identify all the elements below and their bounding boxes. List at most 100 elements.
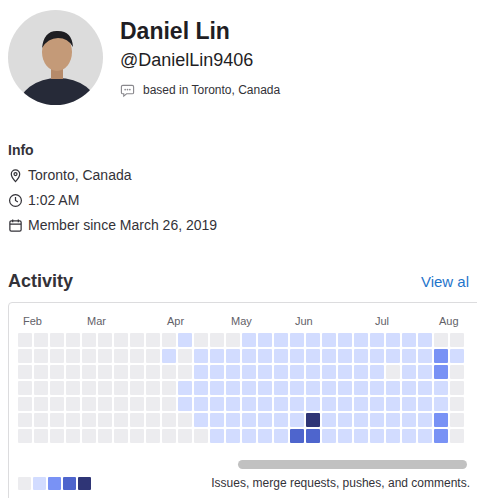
day-cell[interactable] <box>274 381 288 395</box>
day-cell[interactable] <box>322 333 336 347</box>
day-cell[interactable] <box>82 381 96 395</box>
day-cell[interactable] <box>34 365 48 379</box>
day-cell[interactable] <box>306 413 320 427</box>
day-cell[interactable] <box>290 413 304 427</box>
day-cell[interactable] <box>402 397 416 411</box>
day-cell[interactable] <box>402 429 416 443</box>
day-cell[interactable] <box>210 365 224 379</box>
day-cell[interactable] <box>450 333 464 347</box>
day-cell[interactable] <box>306 349 320 363</box>
day-cell[interactable] <box>274 349 288 363</box>
day-cell[interactable] <box>258 397 272 411</box>
day-cell[interactable] <box>386 413 400 427</box>
day-cell[interactable] <box>258 381 272 395</box>
day-cell[interactable] <box>322 429 336 443</box>
day-cell[interactable] <box>242 397 256 411</box>
day-cell[interactable] <box>178 429 192 443</box>
day-cell[interactable] <box>50 349 64 363</box>
day-cell[interactable] <box>226 429 240 443</box>
day-cell[interactable] <box>18 381 32 395</box>
day-cell[interactable] <box>162 397 176 411</box>
day-cell[interactable] <box>418 429 432 443</box>
day-cell[interactable] <box>290 381 304 395</box>
day-cell[interactable] <box>290 397 304 411</box>
day-cell[interactable] <box>322 349 336 363</box>
day-cell[interactable] <box>402 365 416 379</box>
day-cell[interactable] <box>146 381 160 395</box>
day-cell[interactable] <box>34 413 48 427</box>
day-cell[interactable] <box>82 429 96 443</box>
day-cell[interactable] <box>338 413 352 427</box>
day-cell[interactable] <box>354 381 368 395</box>
day-cell[interactable] <box>50 397 64 411</box>
day-cell[interactable] <box>418 397 432 411</box>
day-cell[interactable] <box>322 413 336 427</box>
day-cell[interactable] <box>338 365 352 379</box>
day-cell[interactable] <box>98 365 112 379</box>
day-cell[interactable] <box>162 381 176 395</box>
day-cell[interactable] <box>146 397 160 411</box>
day-cell[interactable] <box>18 365 32 379</box>
day-cell[interactable] <box>66 333 80 347</box>
day-cell[interactable] <box>434 381 448 395</box>
day-cell[interactable] <box>178 349 192 363</box>
day-cell[interactable] <box>402 349 416 363</box>
day-cell[interactable] <box>50 413 64 427</box>
day-cell[interactable] <box>18 349 32 363</box>
day-cell[interactable] <box>50 365 64 379</box>
day-cell[interactable] <box>242 381 256 395</box>
day-cell[interactable] <box>50 381 64 395</box>
day-cell[interactable] <box>242 349 256 363</box>
day-cell[interactable] <box>354 349 368 363</box>
day-cell[interactable] <box>402 413 416 427</box>
day-cell[interactable] <box>434 349 448 363</box>
day-cell[interactable] <box>386 365 400 379</box>
day-cell[interactable] <box>450 413 464 427</box>
day-cell[interactable] <box>82 333 96 347</box>
day-cell[interactable] <box>338 349 352 363</box>
day-cell[interactable] <box>322 397 336 411</box>
day-cell[interactable] <box>258 349 272 363</box>
day-cell[interactable] <box>306 381 320 395</box>
day-cell[interactable] <box>98 429 112 443</box>
day-cell[interactable] <box>114 333 128 347</box>
day-cell[interactable] <box>18 397 32 411</box>
day-cell[interactable] <box>82 397 96 411</box>
day-cell[interactable] <box>178 333 192 347</box>
day-cell[interactable] <box>210 381 224 395</box>
day-cell[interactable] <box>194 397 208 411</box>
day-cell[interactable] <box>434 413 448 427</box>
day-cell[interactable] <box>434 397 448 411</box>
day-cell[interactable] <box>370 381 384 395</box>
day-cell[interactable] <box>418 381 432 395</box>
day-cell[interactable] <box>418 349 432 363</box>
day-cell[interactable] <box>258 413 272 427</box>
day-cell[interactable] <box>130 349 144 363</box>
day-cell[interactable] <box>34 397 48 411</box>
day-cell[interactable] <box>130 365 144 379</box>
day-cell[interactable] <box>322 381 336 395</box>
day-cell[interactable] <box>130 397 144 411</box>
day-cell[interactable] <box>434 365 448 379</box>
day-cell[interactable] <box>146 429 160 443</box>
day-cell[interactable] <box>66 349 80 363</box>
day-cell[interactable] <box>386 429 400 443</box>
day-cell[interactable] <box>354 429 368 443</box>
day-cell[interactable] <box>434 429 448 443</box>
day-cell[interactable] <box>66 413 80 427</box>
day-cell[interactable] <box>114 349 128 363</box>
day-cell[interactable] <box>194 381 208 395</box>
day-cell[interactable] <box>98 333 112 347</box>
day-cell[interactable] <box>450 381 464 395</box>
day-cell[interactable] <box>50 333 64 347</box>
day-cell[interactable] <box>354 365 368 379</box>
day-cell[interactable] <box>338 429 352 443</box>
day-cell[interactable] <box>194 429 208 443</box>
day-cell[interactable] <box>146 333 160 347</box>
day-cell[interactable] <box>226 397 240 411</box>
day-cell[interactable] <box>98 397 112 411</box>
day-cell[interactable] <box>82 365 96 379</box>
day-cell[interactable] <box>386 381 400 395</box>
day-cell[interactable] <box>226 381 240 395</box>
day-cell[interactable] <box>306 333 320 347</box>
